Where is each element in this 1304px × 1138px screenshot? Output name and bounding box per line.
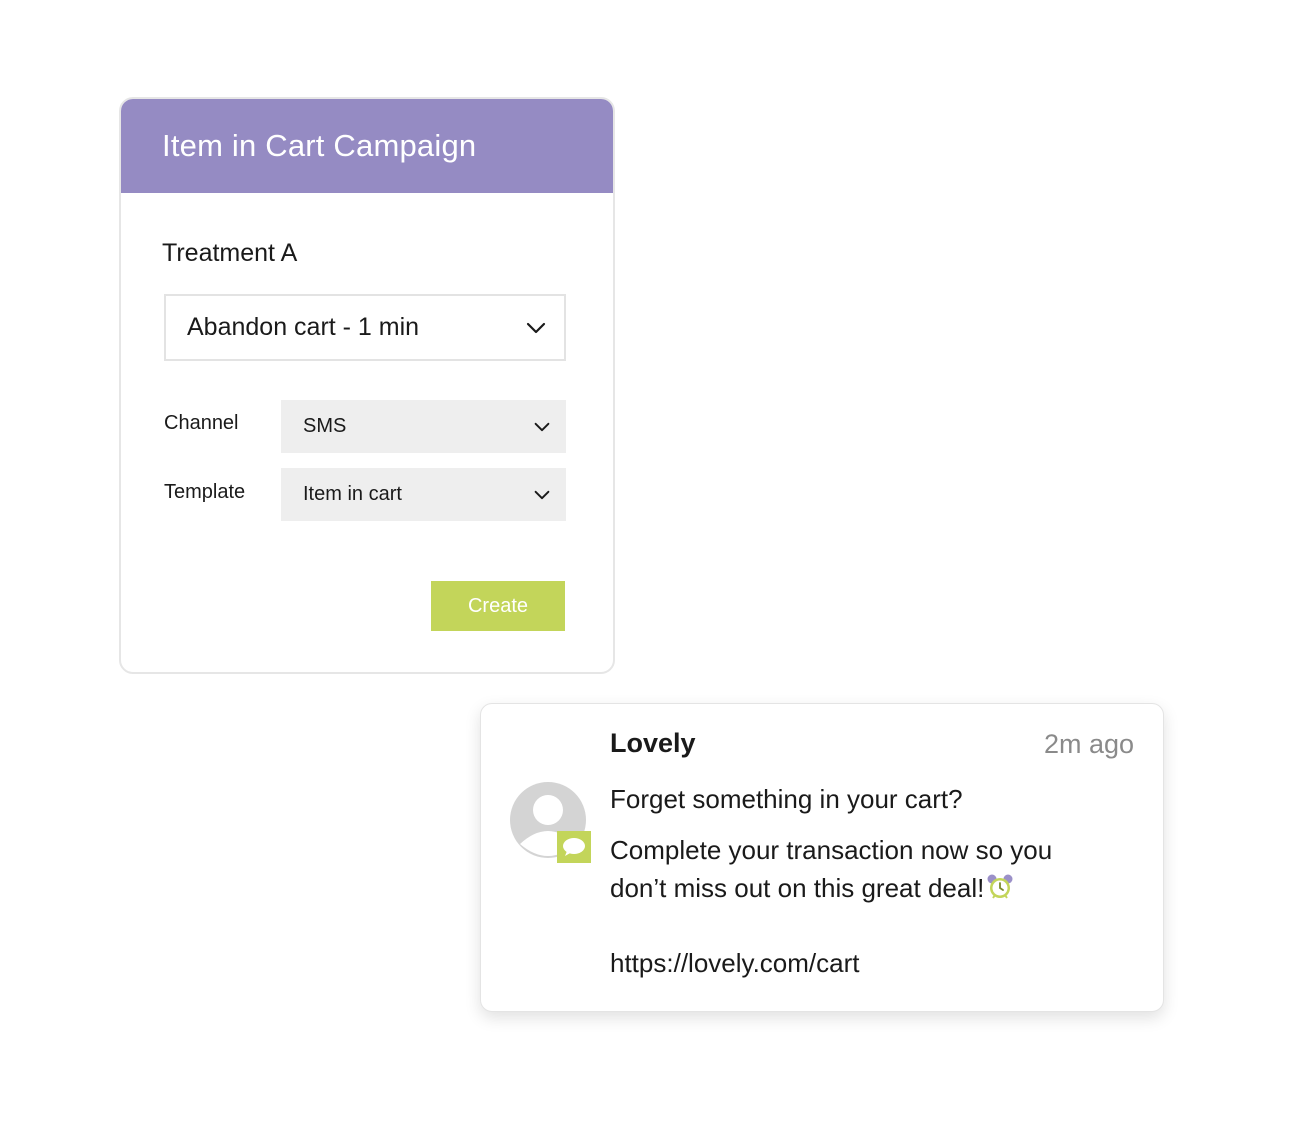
trigger-select-value: Abandon cart - 1 min	[187, 313, 420, 341]
template-select-value: Item in cart	[303, 483, 402, 505]
sms-badge	[557, 831, 591, 863]
trigger-select[interactable]: Abandon cart - 1 min	[164, 294, 566, 361]
treatment-label: Treatment A	[162, 239, 298, 267]
chat-bubble-icon	[563, 838, 585, 856]
message-body-line2: don’t miss out on this great deal!	[610, 869, 1014, 907]
chevron-down-icon	[534, 422, 550, 431]
sms-notification: Lovely 2m ago Forget something in your c…	[480, 703, 1164, 1012]
alarm-clock-icon	[987, 874, 1013, 899]
campaign-card: Item in Cart Campaign Treatment A Abando…	[119, 97, 615, 674]
sender-name: Lovely	[610, 728, 696, 758]
campaign-header: Item in Cart Campaign	[121, 99, 613, 193]
template-label: Template	[164, 481, 246, 503]
create-button[interactable]: Create	[431, 581, 565, 631]
message-headline: Forget something in your cart?	[610, 784, 963, 814]
channel-select[interactable]: SMS	[281, 400, 566, 453]
campaign-title: Item in Cart Campaign	[162, 128, 477, 163]
chevron-down-icon	[534, 490, 550, 499]
message-link[interactable]: https://lovely.com/cart	[610, 944, 860, 982]
message-body-line1: Complete your transaction now so you	[610, 835, 1053, 865]
page-canvas: Item in Cart Campaign Treatment A Abando…	[0, 0, 1304, 1138]
channel-select-value: SMS	[303, 415, 347, 437]
channel-label: Channel	[164, 412, 239, 434]
message-timestamp: 2m ago	[1043, 729, 1134, 759]
message-body-line2-text: don’t miss out on this great deal!	[610, 873, 985, 903]
chevron-down-icon	[526, 322, 546, 333]
template-select[interactable]: Item in cart	[281, 468, 566, 521]
